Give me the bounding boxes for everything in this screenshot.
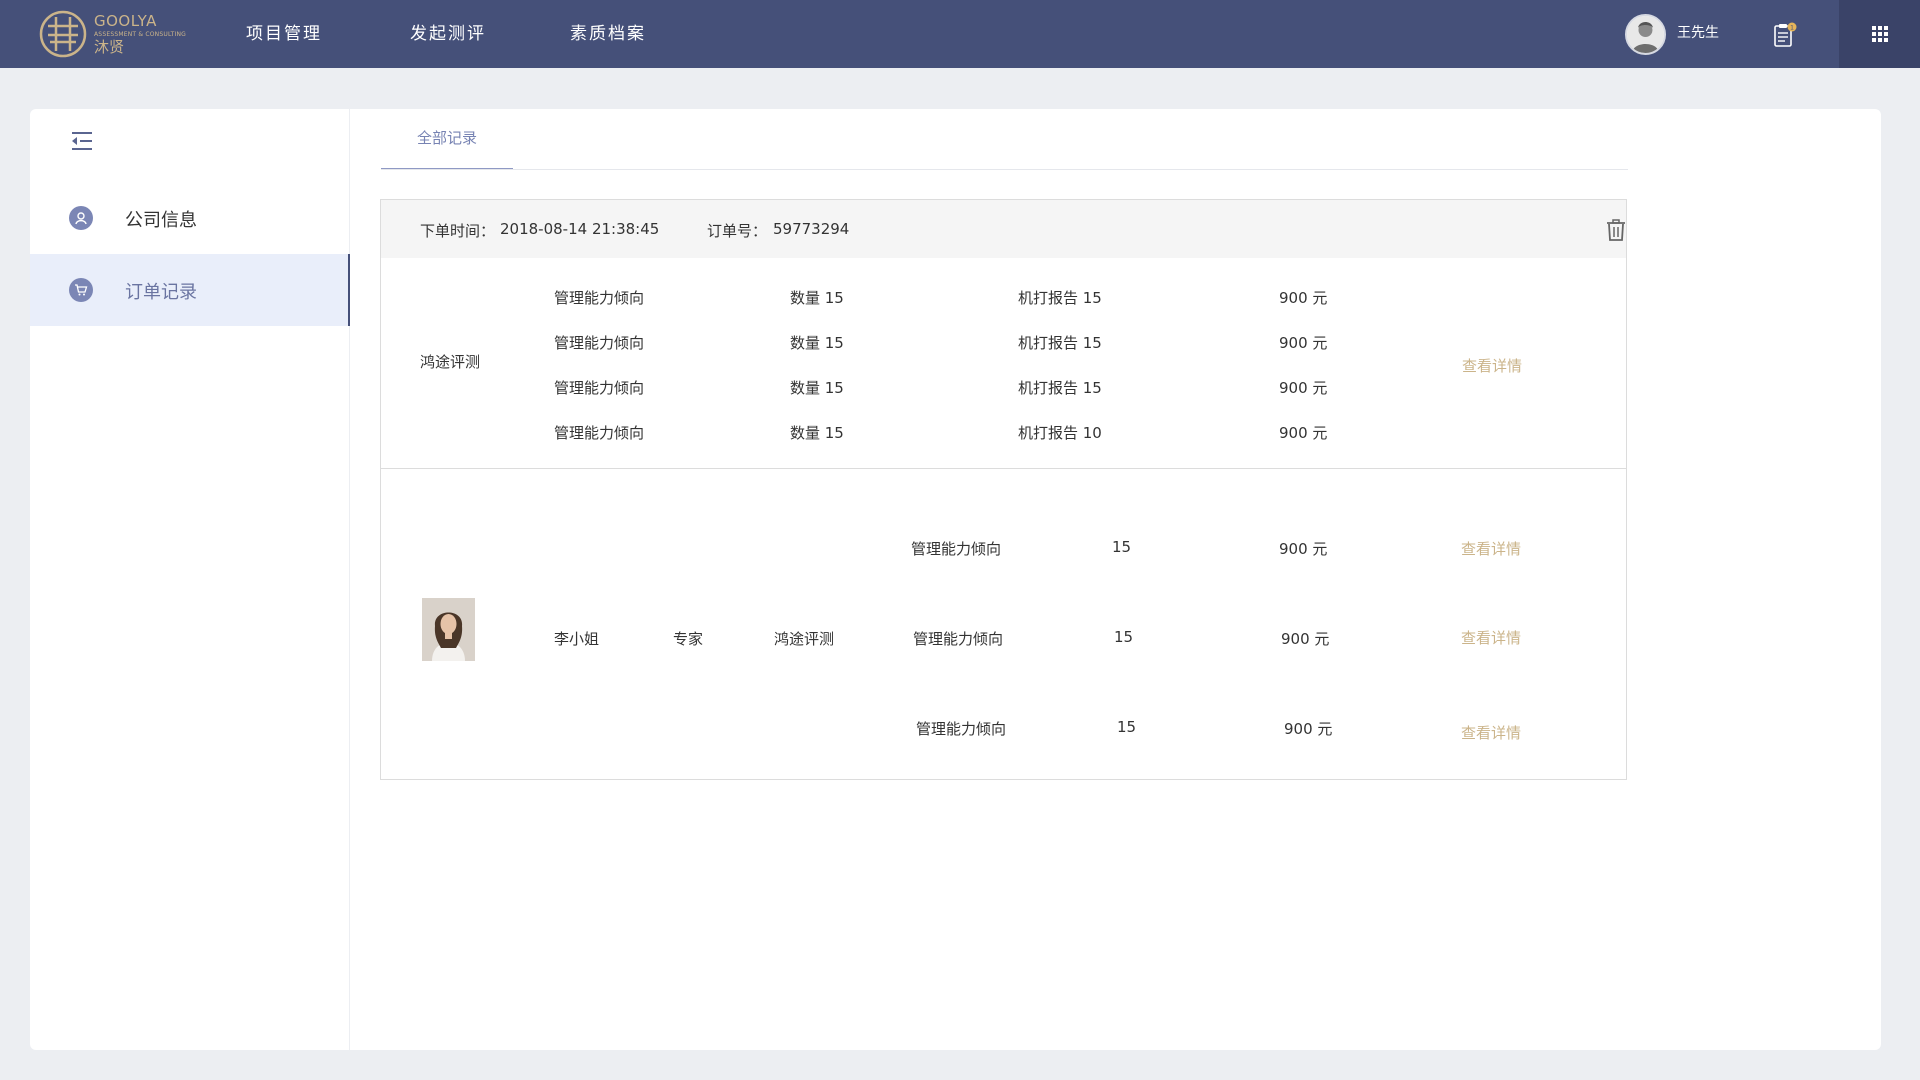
item-report: 机打报告 15 <box>1018 334 1102 352</box>
group-org-name: 鸿途评测 <box>420 353 481 371</box>
logo-mark-icon <box>39 10 87 58</box>
sidebar-item-label: 订单记录 <box>125 282 197 303</box>
item-quantity: 15 <box>1114 628 1134 646</box>
item-name: 管理能力倾向 <box>554 289 645 307</box>
nav-start-assessment[interactable]: 发起测评 <box>410 0 486 68</box>
sidebar: 公司信息 订单记录 <box>30 109 350 1050</box>
item-name: 管理能力倾向 <box>911 540 1002 558</box>
logo-chinese: 沐贤 <box>94 37 125 56</box>
logo-subtitle: ASSESSMENT & CONSULTING <box>94 30 187 38</box>
item-name: 管理能力倾向 <box>913 630 1004 648</box>
item-quantity: 15 <box>1117 718 1137 736</box>
notification-badge-count: 1 <box>1790 25 1794 32</box>
logo-english: GOOLYA <box>94 11 157 30</box>
expert-role: 专家 <box>673 630 704 648</box>
nav-project-management[interactable]: 项目管理 <box>246 0 322 68</box>
item-name: 管理能力倾向 <box>554 334 645 352</box>
view-details-link[interactable]: 查看详情 <box>1461 538 1521 559</box>
user-avatar[interactable] <box>1625 14 1666 55</box>
item-price: 900 元 <box>1284 720 1333 738</box>
content-card: 公司信息 订单记录 全部记录 下单时间： 2018-08-14 21:38:45… <box>30 109 1881 1050</box>
user-name[interactable]: 王先生 <box>1677 22 1719 42</box>
tab-all-records[interactable]: 全部记录 <box>381 109 513 170</box>
order-number-value: 59773294 <box>773 220 850 238</box>
item-quantity: 数量 15 <box>790 334 844 352</box>
tab-divider <box>381 169 1628 170</box>
item-price: 900 元 <box>1281 630 1330 648</box>
user-avatar-image <box>1627 16 1664 53</box>
sidebar-collapse-icon[interactable] <box>70 129 94 153</box>
sidebar-item-label: 公司信息 <box>125 210 197 231</box>
view-details-link[interactable]: 查看详情 <box>1462 355 1522 376</box>
grid-icon <box>1871 26 1888 42</box>
cart-icon <box>69 278 93 302</box>
item-report: 机打报告 15 <box>1018 289 1102 307</box>
item-price: 900 元 <box>1279 540 1328 558</box>
expert-photo <box>422 598 475 661</box>
item-name: 管理能力倾向 <box>554 379 645 397</box>
sidebar-item-order-records[interactable]: 订单记录 <box>30 254 350 326</box>
clipboard-notification-icon[interactable]: 1 <box>1773 22 1797 48</box>
view-details-link[interactable]: 查看详情 <box>1461 627 1521 648</box>
item-report: 机打报告 15 <box>1018 379 1102 397</box>
item-quantity: 数量 15 <box>790 379 844 397</box>
order-time-label: 下单时间： <box>420 222 496 240</box>
nav-quality-profile[interactable]: 素质档案 <box>570 0 646 68</box>
item-report: 机打报告 10 <box>1018 424 1102 442</box>
item-quantity: 15 <box>1112 538 1132 556</box>
view-details-link[interactable]: 查看详情 <box>1461 722 1521 743</box>
expert-org: 鸿途评测 <box>774 630 835 648</box>
item-price: 900 元 <box>1279 379 1328 397</box>
sidebar-item-company-info[interactable]: 公司信息 <box>30 182 350 254</box>
user-icon <box>69 206 93 230</box>
item-name: 管理能力倾向 <box>916 720 1007 738</box>
goolya-logo[interactable]: GOOLYA ASSESSMENT & CONSULTING 沐贤 <box>38 8 186 60</box>
logo-text: GOOLYA ASSESSMENT & CONSULTING 沐贤 <box>94 11 187 56</box>
top-navigation-bar: GOOLYA ASSESSMENT & CONSULTING 沐贤 项目管理 发… <box>0 0 1920 68</box>
item-quantity: 数量 15 <box>790 289 844 307</box>
order-header: 下单时间： 2018-08-14 21:38:45 订单号： 59773294 <box>381 200 1626 258</box>
item-name: 管理能力倾向 <box>554 424 645 442</box>
item-price: 900 元 <box>1279 334 1328 352</box>
order-time-value: 2018-08-14 21:38:45 <box>500 220 660 238</box>
apps-menu-button[interactable] <box>1839 0 1920 68</box>
trash-icon[interactable] <box>1604 218 1628 242</box>
order-number-label: 订单号： <box>707 222 768 240</box>
item-price: 900 元 <box>1279 424 1328 442</box>
item-quantity: 数量 15 <box>790 424 844 442</box>
item-price: 900 元 <box>1279 289 1328 307</box>
order-card: 下单时间： 2018-08-14 21:38:45 订单号： 59773294 … <box>380 199 1627 780</box>
order-group-divider <box>381 468 1626 469</box>
expert-name: 李小姐 <box>554 630 600 648</box>
